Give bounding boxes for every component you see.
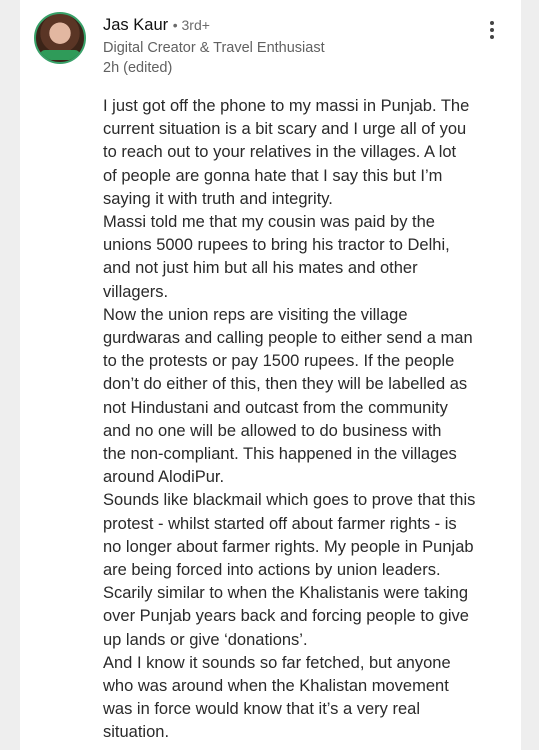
author-name-line: Jas Kaur • 3rd+ xyxy=(103,14,463,36)
post-body-line: protest - whilst started off about farme… xyxy=(103,514,457,533)
post-body-line: situation. xyxy=(103,723,170,742)
post-body-line: and not just him but all his mates and o… xyxy=(103,259,418,278)
post-body-line: villagers. xyxy=(103,282,169,301)
post-body-line: don’t do either of this, then they will … xyxy=(103,375,468,394)
post-body-line: the non-compliant. This happened in the … xyxy=(103,445,457,464)
author-avatar[interactable] xyxy=(34,12,86,64)
post-header: Jas Kaur • 3rd+ Digital Creator & Travel… xyxy=(103,14,463,78)
post-body-line: I just got off the phone to my massi in … xyxy=(103,97,470,115)
screenshot-frame: Jas Kaur • 3rd+ Digital Creator & Travel… xyxy=(0,0,539,750)
avatar-badge-icon xyxy=(40,50,80,60)
post-body-line: of people are gonna hate that I say this… xyxy=(103,166,443,185)
post-body-line: and no one will be allowed to do busines… xyxy=(103,421,442,440)
author-name[interactable]: Jas Kaur xyxy=(103,16,168,34)
left-gutter xyxy=(0,0,20,750)
author-headline: Digital Creator & Travel Enthusiast xyxy=(103,40,325,56)
post-body-line: Massi told me that my cousin was paid by… xyxy=(103,213,435,232)
post-body-line: no longer about farmer rights. My people… xyxy=(103,537,474,556)
post-body-line: Now the union reps are visiting the vill… xyxy=(103,305,408,324)
post-body-line: up lands or give ‘donations’. xyxy=(103,630,308,649)
post-body-line: are being forced into actions by union l… xyxy=(103,561,441,580)
post-body-line: saying it with truth and integrity. xyxy=(103,189,333,208)
post-body-line: Sounds like blackmail which goes to prov… xyxy=(103,491,476,510)
post-card: Jas Kaur • 3rd+ Digital Creator & Travel… xyxy=(24,2,518,746)
post-body-line: not Hindustani and outcast from the comm… xyxy=(103,398,448,417)
post-body-line: around AlodiPur. xyxy=(103,468,225,487)
post-body-line: And I know it sounds so far fetched, but… xyxy=(103,653,451,672)
post-body-line: unions 5000 rupees to bring his tractor … xyxy=(103,236,450,255)
post-body-line: gurdwaras and calling people to either s… xyxy=(103,329,473,348)
post-body-line: to reach out to your relatives in the vi… xyxy=(103,143,457,162)
post-body-line: to the protests or pay 1500 rupees. If t… xyxy=(103,352,455,371)
post-body-line: over Punjab years back and forcing peopl… xyxy=(103,607,469,626)
post-body: I just got off the phone to my massi in … xyxy=(103,95,533,745)
more-options-icon[interactable] xyxy=(482,18,502,44)
post-body-line: Scarily similar to when the Khalistanis … xyxy=(103,584,468,603)
post-body-line: was in force would know that it’s a very… xyxy=(103,700,421,719)
connection-degree: • 3rd+ xyxy=(172,17,210,33)
post-timestamp: 2h (edited) xyxy=(103,60,173,76)
post-body-line: current situation is a bit scary and I u… xyxy=(103,120,467,139)
post-body-line: who was around when the Khalistan moveme… xyxy=(103,677,449,696)
